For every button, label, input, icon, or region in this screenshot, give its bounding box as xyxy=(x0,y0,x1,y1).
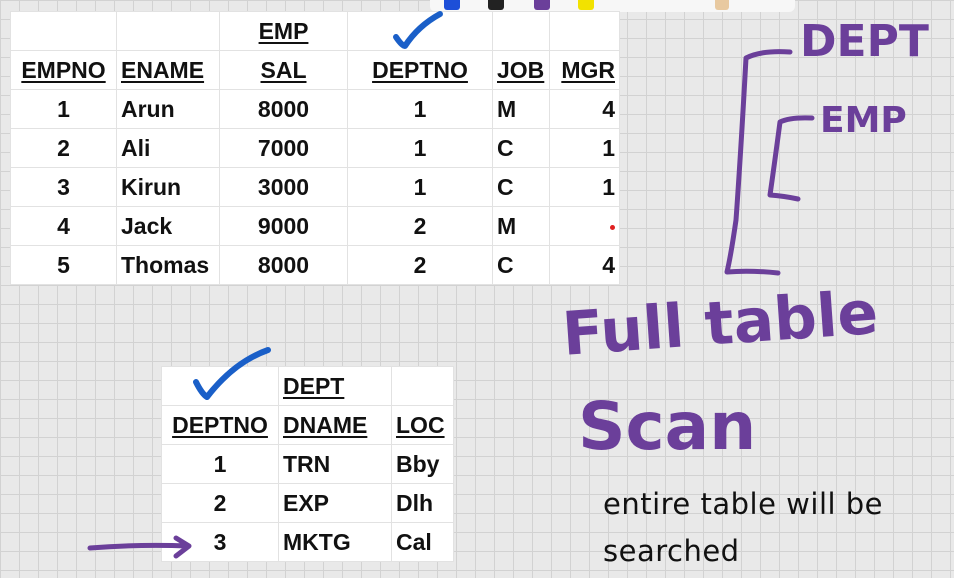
dept-table-title: DEPT xyxy=(278,366,392,406)
deptno-cell: 2 xyxy=(347,245,493,285)
table-row: 3 Kirun 3000 1 C 1 xyxy=(10,167,620,207)
sal-cell: 3000 xyxy=(219,167,348,207)
emp-col-job: JOB xyxy=(492,50,550,90)
table-row: 5 Thomas 8000 2 C 4 xyxy=(10,245,620,285)
note-line-2: searched xyxy=(603,534,740,568)
job-cell: M xyxy=(492,89,550,129)
table-row: 2 Ali 7000 1 C 1 xyxy=(10,128,620,168)
mgr-cell xyxy=(549,206,620,246)
bracket-outer-icon xyxy=(724,49,793,276)
table-row: 2 EXP Dlh xyxy=(161,483,454,523)
dept-col-loc: LOC xyxy=(391,405,454,445)
loc-cell: Bby xyxy=(391,444,454,484)
sal-cell: 9000 xyxy=(219,206,348,246)
empno-cell: 2 xyxy=(10,128,117,168)
mgr-cell: 4 xyxy=(549,245,620,285)
job-cell: M xyxy=(492,206,550,246)
yellow-pen-icon[interactable] xyxy=(578,0,594,10)
emp-table: EMP EMPNO ENAME SAL DEPTNO JOB MGR 1 Aru… xyxy=(10,11,620,285)
full-table-label: Full table xyxy=(560,277,881,370)
ename-cell: Arun xyxy=(116,89,220,129)
mgr-cell: 4 xyxy=(549,89,620,129)
deptno-cell: 1 xyxy=(347,128,493,168)
job-cell: C xyxy=(492,167,550,207)
dname-cell: TRN xyxy=(278,444,392,484)
dname-cell: EXP xyxy=(278,483,392,523)
table-row: 4 Jack 9000 2 M xyxy=(10,206,620,246)
deptno-cell: 1 xyxy=(347,89,493,129)
eraser-icon[interactable] xyxy=(715,0,729,10)
emp-table-title: EMP xyxy=(219,11,348,51)
loc-cell: Dlh xyxy=(391,483,454,523)
deptno-cell: 2 xyxy=(347,206,493,246)
dept-table: DEPT DEPTNO DNAME LOC 1 TRN Bby 2 EXP Dl… xyxy=(161,366,454,562)
empno-cell: 4 xyxy=(10,206,117,246)
table-row: 1 TRN Bby xyxy=(161,444,454,484)
emp-col-deptno: DEPTNO xyxy=(347,50,493,90)
emp-col-ename: ENAME xyxy=(116,50,220,90)
table-row: 1 Arun 8000 1 M 4 xyxy=(10,89,620,129)
dname-cell: MKTG xyxy=(278,522,392,562)
null-marker-icon xyxy=(610,225,615,231)
dept-col-deptno: DEPTNO xyxy=(161,405,279,445)
job-cell: C xyxy=(492,128,550,168)
mgr-cell: 1 xyxy=(549,167,620,207)
emp-header-row: EMPNO ENAME SAL DEPTNO JOB MGR xyxy=(10,50,620,90)
ename-cell: Ali xyxy=(116,128,220,168)
bracket-inner-icon xyxy=(767,115,815,202)
emp-col-sal: SAL xyxy=(219,50,348,90)
loc-cell: Cal xyxy=(391,522,454,562)
blue-pen-icon[interactable] xyxy=(444,0,460,10)
sal-cell: 8000 xyxy=(219,89,348,129)
black-pen-icon[interactable] xyxy=(488,0,504,10)
deptno-cell: 3 xyxy=(161,522,279,562)
note-line-1: entire table will be xyxy=(603,487,884,521)
emp-col-empno: EMPNO xyxy=(10,50,117,90)
ename-cell: Thomas xyxy=(116,245,220,285)
emp-title-row: EMP xyxy=(10,11,620,51)
ename-cell: Kirun xyxy=(116,167,220,207)
hierarchy-dept-label: DEPT xyxy=(800,16,929,67)
emp-col-mgr: MGR xyxy=(549,50,620,90)
table-row: 3 MKTG Cal xyxy=(161,522,454,562)
dept-title-row: DEPT xyxy=(161,366,454,406)
deptno-cell: 1 xyxy=(347,167,493,207)
hierarchy-emp-label: EMP xyxy=(820,100,907,141)
deptno-cell: 2 xyxy=(161,483,279,523)
purple-pen-icon[interactable] xyxy=(534,0,550,10)
sal-cell: 8000 xyxy=(219,245,348,285)
dept-col-dname: DNAME xyxy=(278,405,392,445)
empno-cell: 3 xyxy=(10,167,117,207)
empno-cell: 1 xyxy=(10,89,117,129)
mgr-cell: 1 xyxy=(549,128,620,168)
empno-cell: 5 xyxy=(10,245,117,285)
ename-cell: Jack xyxy=(116,206,220,246)
deptno-cell: 1 xyxy=(161,444,279,484)
dept-header-row: DEPTNO DNAME LOC xyxy=(161,405,454,445)
sal-cell: 7000 xyxy=(219,128,348,168)
job-cell: C xyxy=(492,245,550,285)
scan-label: Scan xyxy=(578,388,757,465)
